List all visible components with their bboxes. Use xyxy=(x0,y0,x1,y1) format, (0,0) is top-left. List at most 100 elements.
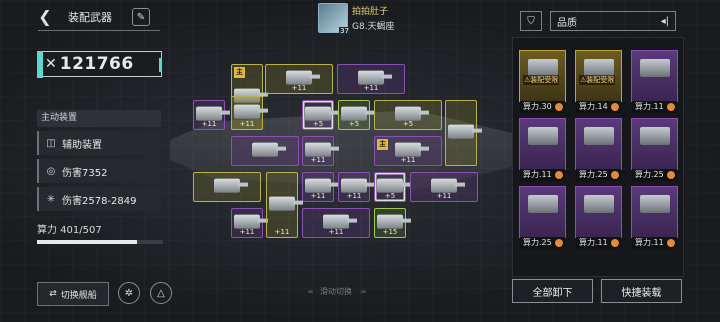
inventory-card[interactable]: 算力.11 xyxy=(575,186,622,249)
equip-restricted-badge: ⚠装配受限 xyxy=(523,75,560,85)
gear-icon xyxy=(611,239,619,247)
weapon-icon xyxy=(640,127,670,145)
sort-select[interactable]: 品质 ◂| xyxy=(550,11,676,31)
stat-row-auxiliary[interactable]: ◫ 辅助装置 xyxy=(37,131,161,155)
card-power-value: 算力.14 xyxy=(579,102,608,111)
player-name: 拍拍肚子 xyxy=(352,7,389,17)
weapon-slot[interactable] xyxy=(231,136,299,166)
chevron-left-icon: ‹‹‹‹ xyxy=(307,287,314,296)
upgrade-level: +11 xyxy=(239,228,255,236)
gear-icon xyxy=(667,171,675,179)
inventory-card[interactable]: 算力.11 xyxy=(519,118,566,181)
weapon-slot[interactable]: +5 xyxy=(302,100,339,130)
back-arrow-icon[interactable]: ❮ xyxy=(36,8,54,26)
inventory-card[interactable]: ⚠装配受限算力.30 xyxy=(519,50,566,113)
weapon-slot[interactable]: 主 +11 xyxy=(374,136,442,166)
swap-icon: ⇄ xyxy=(49,289,57,299)
weapon-slot[interactable] xyxy=(445,100,482,166)
quick-equip-button[interactable]: 快捷装载 xyxy=(601,279,682,303)
weapon-slot[interactable]: +5 xyxy=(338,100,375,130)
upgrade-level: +11 xyxy=(346,192,362,200)
card-power-value: 算力.30 xyxy=(523,102,552,111)
swipe-hint-label: 滑动切换 xyxy=(320,287,352,296)
weapon-icon xyxy=(252,142,286,157)
stat-row-burst-damage[interactable]: ✳ 伤害2578-2849 xyxy=(37,187,161,211)
weapon-icon xyxy=(305,106,339,121)
pen-icon[interactable]: ✎ xyxy=(132,8,150,26)
card-power-value: 算力.11 xyxy=(635,238,664,247)
weapon-icon xyxy=(377,178,411,193)
inventory-card[interactable]: 算力.25 xyxy=(519,186,566,249)
upgrade-level: +5 xyxy=(384,192,396,200)
inventory-card[interactable]: 算力.11 xyxy=(631,50,678,113)
filter-icon[interactable]: ⛉ xyxy=(520,11,542,31)
upgrade-level: +11 xyxy=(274,228,290,236)
upgrade-level: +11 xyxy=(328,228,344,236)
card-power-label: 算力.30 xyxy=(520,101,565,113)
stat-section-label: 主动装置 xyxy=(37,110,161,127)
weapon-slot[interactable]: +11 xyxy=(266,172,303,238)
combat-power-value: 121766 xyxy=(59,54,134,74)
player-info[interactable]: 37 拍拍肚子 G8.天蝎座 xyxy=(318,3,395,35)
weapon-slot[interactable]: +11 xyxy=(265,64,333,94)
weapon-slot[interactable]: +11 xyxy=(338,172,375,202)
weapon-slot[interactable]: +11 xyxy=(193,100,230,130)
upgrade-level: +5 xyxy=(402,120,414,128)
card-power-value: 算力.11 xyxy=(523,170,552,179)
fleet-icon[interactable]: ✲ xyxy=(118,282,140,304)
shield-icon: ◫ xyxy=(46,137,56,149)
weapon-icon xyxy=(196,106,230,121)
weapon-icon xyxy=(305,178,339,193)
weapon-slot[interactable]: +11 xyxy=(302,136,339,166)
inventory-panel[interactable]: ⚠装配受限 算力.30 ⚠装配受限 算力.14 算力.11 算力.11 算力.25 算力.25… xyxy=(512,37,684,277)
compute-load: 算力 401/507 xyxy=(37,221,163,244)
upgrade-level: +11 xyxy=(239,120,255,128)
burst-icon: ✳ xyxy=(46,193,56,205)
switch-ship-button[interactable]: ⇄ 切换舰船 xyxy=(37,282,109,306)
weapon-slot[interactable]: +15 xyxy=(374,208,411,238)
weapon-slot[interactable]: +11 xyxy=(302,172,339,202)
upgrade-level: +5 xyxy=(312,120,324,128)
upgrade-level: +15 xyxy=(382,228,398,236)
weapon-slot[interactable]: +11 xyxy=(410,172,478,202)
stat-row-text: 伤害7352 xyxy=(62,167,108,179)
unequip-all-button[interactable]: 全部卸下 xyxy=(512,279,593,303)
player-rank: G8.天蝎座 xyxy=(352,22,395,32)
swipe-hint: ‹‹‹‹ 滑动切换 ›››› xyxy=(240,286,432,297)
compute-load-bar xyxy=(37,240,163,244)
header: ❮ 装配武器 ✎ xyxy=(36,8,150,26)
inventory-card[interactable]: 算力.11 xyxy=(631,186,678,249)
weapon-icon xyxy=(323,214,357,229)
weapon-slot[interactable]: +11 xyxy=(302,208,370,238)
inventory-card[interactable]: 算力.25 xyxy=(575,118,622,181)
inventory-card[interactable]: ⚠装配受限 算力.14 xyxy=(575,50,622,113)
weapon-icon xyxy=(234,104,268,119)
card-power-label: 算力.25 xyxy=(576,169,621,181)
formation-icon[interactable]: △ xyxy=(150,282,172,304)
upgrade-level: +11 xyxy=(291,84,307,92)
weapon-slot[interactable]: +11 xyxy=(231,208,268,238)
weapon-slot[interactable]: +11 xyxy=(231,96,268,130)
weapon-slot[interactable]: +5 xyxy=(374,100,442,130)
weapon-icon xyxy=(448,124,482,139)
card-power-label: 算力.14 xyxy=(576,101,621,113)
header-divider xyxy=(38,30,160,31)
weapon-slot[interactable]: +11 xyxy=(337,64,405,94)
weapon-icon xyxy=(528,127,558,145)
card-power-label: 算力.25 xyxy=(520,237,565,249)
compute-load-fill xyxy=(37,240,137,244)
card-power-label: 算力.11 xyxy=(632,237,677,249)
weapon-icon xyxy=(431,178,465,193)
avatar[interactable]: 37 xyxy=(318,3,350,35)
weapon-icon xyxy=(528,195,558,213)
inventory-card[interactable]: 算力.25 xyxy=(631,118,678,181)
stat-row-damage[interactable]: ◎ 伤害7352 xyxy=(37,159,161,183)
gear-icon xyxy=(555,103,563,111)
weapon-icon xyxy=(358,70,392,85)
chevron-right-icon: ›››› xyxy=(360,287,367,296)
weapon-icon xyxy=(286,70,320,85)
weapon-slot[interactable]: +5 xyxy=(374,172,411,202)
main-weapon-tag: 主 xyxy=(377,139,388,150)
weapon-slot[interactable] xyxy=(193,172,261,202)
weapon-icon xyxy=(395,142,429,157)
